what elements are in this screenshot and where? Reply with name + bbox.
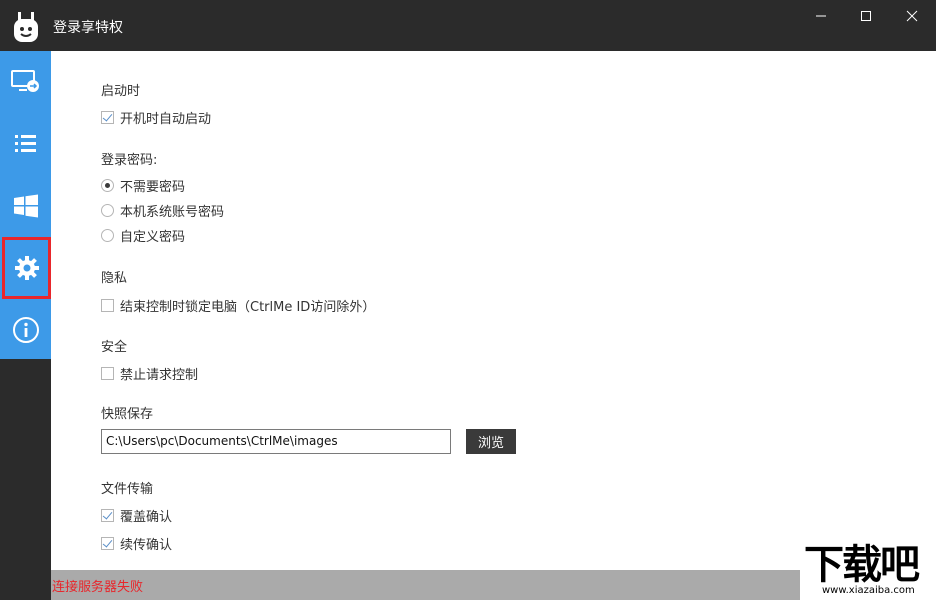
password-option-label: 不需要密码 [120, 179, 186, 195]
app-logo-icon [14, 12, 38, 42]
watermark-main-text: 下载吧 [804, 541, 920, 588]
password-option-none[interactable]: 不需要密码 [101, 176, 186, 195]
sidebar-item-list[interactable] [0, 113, 51, 175]
overwrite-confirm-label: 覆盖确认 [120, 509, 173, 525]
sidebar-item-windows[interactable] [0, 175, 51, 237]
radio-button[interactable] [101, 228, 114, 242]
password-option-label: 本机系统账号密码 [120, 204, 225, 220]
info-icon [12, 317, 39, 343]
list-icon [14, 135, 36, 152]
resume-confirm-checkbox[interactable]: 续传确认 [101, 534, 173, 553]
section-title-snapshot: 快照保存 [101, 407, 154, 422]
auto-start-checkbox[interactable]: 开机时自动启动 [101, 108, 212, 127]
section-title-security: 安全 [101, 340, 128, 355]
radio-button[interactable] [101, 203, 114, 217]
checkbox-box[interactable] [101, 508, 114, 522]
sidebar-item-remote[interactable] [0, 51, 51, 113]
lock-on-exit-label: 结束控制时锁定电脑（CtrlMe ID访问除外） [120, 299, 376, 315]
minimize-button[interactable] [798, 0, 844, 32]
close-icon [906, 10, 918, 22]
sidebar-item-settings[interactable] [2, 237, 51, 299]
watermark-url: www.xiazaiba.com [822, 585, 915, 596]
windows-icon [13, 194, 38, 218]
sidebar-nav [0, 51, 51, 359]
checkbox-box[interactable] [101, 536, 114, 550]
auto-start-label: 开机时自动启动 [120, 111, 212, 127]
password-option-system[interactable]: 本机系统账号密码 [101, 201, 225, 220]
remote-desktop-icon [10, 70, 39, 92]
maximize-button[interactable] [843, 0, 889, 32]
window-title: 登录享特权 [53, 20, 123, 36]
minimize-icon [816, 15, 826, 17]
snapshot-path-input[interactable]: C:\Users\pc\Documents\CtrlMe\images [101, 429, 451, 454]
checkbox-box[interactable] [101, 110, 114, 124]
section-title-login-password: 登录密码: [101, 153, 158, 168]
sidebar [0, 51, 51, 600]
title-bar: 登录享特权 [0, 0, 936, 51]
checkbox-box[interactable] [101, 298, 114, 312]
section-title-file-transfer: 文件传输 [101, 482, 154, 497]
forbid-request-label: 禁止请求控制 [120, 367, 199, 383]
password-option-custom[interactable]: 自定义密码 [101, 226, 186, 245]
gear-icon [14, 256, 39, 280]
resume-confirm-label: 续传确认 [120, 537, 173, 553]
settings-panel: 启动时 开机时自动启动 登录密码: 不需要密码 本机系统账号密码 自定义密码 隐… [51, 51, 936, 570]
overwrite-confirm-checkbox[interactable]: 覆盖确认 [101, 506, 173, 525]
section-title-privacy: 隐私 [101, 271, 128, 286]
maximize-icon [861, 11, 871, 21]
checkbox-box[interactable] [101, 366, 114, 380]
password-option-label: 自定义密码 [120, 229, 186, 245]
sidebar-item-about[interactable] [0, 299, 51, 361]
lock-on-exit-checkbox[interactable]: 结束控制时锁定电脑（CtrlMe ID访问除外） [101, 296, 376, 315]
forbid-request-checkbox[interactable]: 禁止请求控制 [101, 364, 199, 383]
connection-status: 连接服务器失败 [52, 580, 144, 595]
radio-button[interactable] [101, 178, 114, 192]
watermark-logo: 下载吧 www.xiazaiba.com [800, 543, 936, 600]
close-button[interactable] [889, 0, 935, 32]
browse-button[interactable]: 浏览 [466, 429, 516, 454]
section-title-startup: 启动时 [101, 84, 141, 99]
